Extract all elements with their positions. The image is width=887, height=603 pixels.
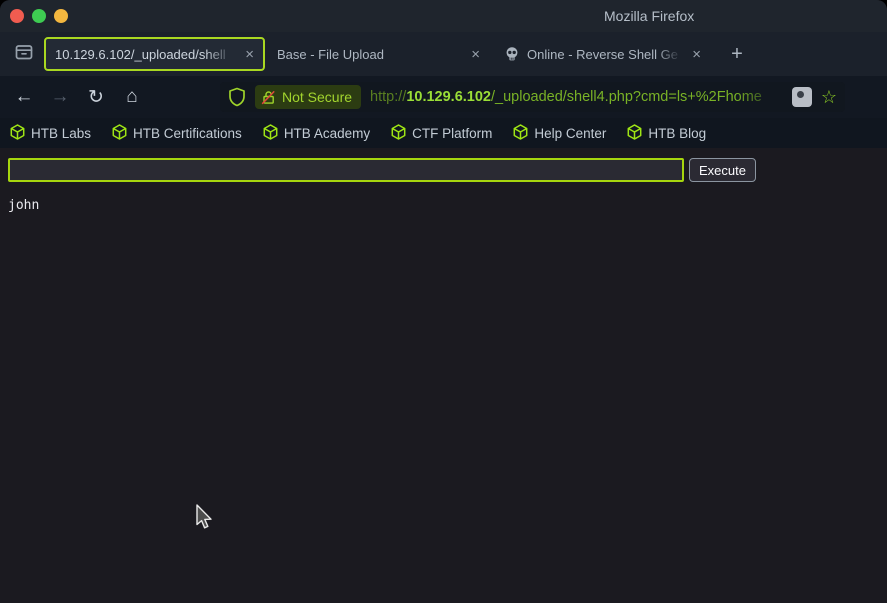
bookmark-label: Help Center <box>534 126 606 141</box>
reload-button[interactable]: ↻ <box>82 83 110 111</box>
skull-icon <box>504 46 520 62</box>
minimize-window-button[interactable] <box>54 9 68 23</box>
archive-box-icon <box>12 40 36 69</box>
not-secure-label: Not Secure <box>282 89 352 105</box>
close-icon[interactable]: × <box>245 47 254 62</box>
htb-cube-icon <box>513 124 528 143</box>
bookmark-label: HTB Academy <box>284 126 370 141</box>
url-text[interactable]: http://10.129.6.102/_uploaded/shell4.php… <box>370 89 786 105</box>
bookmark-htb-academy[interactable]: HTB Academy <box>263 124 370 143</box>
bookmark-label: HTB Blog <box>648 126 706 141</box>
htb-cube-icon <box>627 124 642 143</box>
page-content: Execute john <box>0 148 887 603</box>
tab-bar: 10.129.6.102/_uploaded/shell × Base - Fi… <box>0 32 887 76</box>
not-secure-badge[interactable]: Not Secure <box>255 85 361 109</box>
bookmark-htb-labs[interactable]: HTB Labs <box>10 124 91 143</box>
url-path: /_uploaded/shell4.php?cmd=ls+%2Fhome <box>491 89 762 105</box>
bookmark-htb-blog[interactable]: HTB Blog <box>627 124 706 143</box>
tab-base-file-upload[interactable]: Base - File Upload × <box>268 37 489 71</box>
broken-lock-icon <box>261 90 276 105</box>
bookmark-label: CTF Platform <box>412 126 492 141</box>
firefox-view-button[interactable] <box>4 37 44 71</box>
close-icon[interactable]: × <box>471 47 480 62</box>
window-title: Mozilla Firefox <box>604 8 694 24</box>
htb-cube-icon <box>263 124 278 143</box>
tab-title: Online - Reverse Shell Ge <box>527 47 685 62</box>
mouse-cursor <box>195 504 214 537</box>
command-form: Execute <box>8 158 879 182</box>
firefox-window: Mozilla Firefox 10.129.6.102/_uploaded/s… <box>0 0 887 603</box>
bookmark-help-center[interactable]: Help Center <box>513 124 606 143</box>
url-bar[interactable]: Not Secure http://10.129.6.102/_uploaded… <box>220 82 845 112</box>
execute-button[interactable]: Execute <box>689 158 756 182</box>
bookmark-label: HTB Labs <box>31 126 91 141</box>
bookmark-star-icon[interactable]: ☆ <box>821 88 837 106</box>
home-button[interactable]: ⌂ <box>118 83 146 111</box>
command-output: john <box>8 198 887 213</box>
url-scheme: http:// <box>370 89 406 105</box>
window-controls <box>10 9 68 23</box>
title-bar: Mozilla Firefox <box>0 0 887 32</box>
htb-cube-icon <box>391 124 406 143</box>
close-window-button[interactable] <box>10 9 24 23</box>
htb-cube-icon <box>112 124 127 143</box>
bookmark-ctf-platform[interactable]: CTF Platform <box>391 124 492 143</box>
new-tab-button[interactable]: + <box>722 39 752 69</box>
bookmark-label: HTB Certifications <box>133 126 242 141</box>
htb-cube-icon <box>10 124 25 143</box>
url-domain: 10.129.6.102 <box>406 89 491 105</box>
tab-title: 10.129.6.102/_uploaded/shell <box>55 47 238 62</box>
extension-icon[interactable] <box>792 87 812 107</box>
tab-reverse-shell-generator[interactable]: Online - Reverse Shell Ge × <box>495 37 710 71</box>
forward-button[interactable]: → <box>46 83 74 111</box>
navigation-toolbar: ← → ↻ ⌂ Not Secure http://10.129 <box>0 76 887 118</box>
close-icon[interactable]: × <box>692 47 701 62</box>
tab-title: Base - File Upload <box>277 47 464 62</box>
bookmarks-bar: HTB Labs HTB Certifications HTB Academy … <box>0 118 887 148</box>
maximize-window-button[interactable] <box>32 9 46 23</box>
bookmark-htb-certifications[interactable]: HTB Certifications <box>112 124 242 143</box>
back-button[interactable]: ← <box>10 83 38 111</box>
tab-shell[interactable]: 10.129.6.102/_uploaded/shell × <box>44 37 265 71</box>
shield-icon[interactable] <box>228 87 246 107</box>
command-input[interactable] <box>8 158 684 182</box>
